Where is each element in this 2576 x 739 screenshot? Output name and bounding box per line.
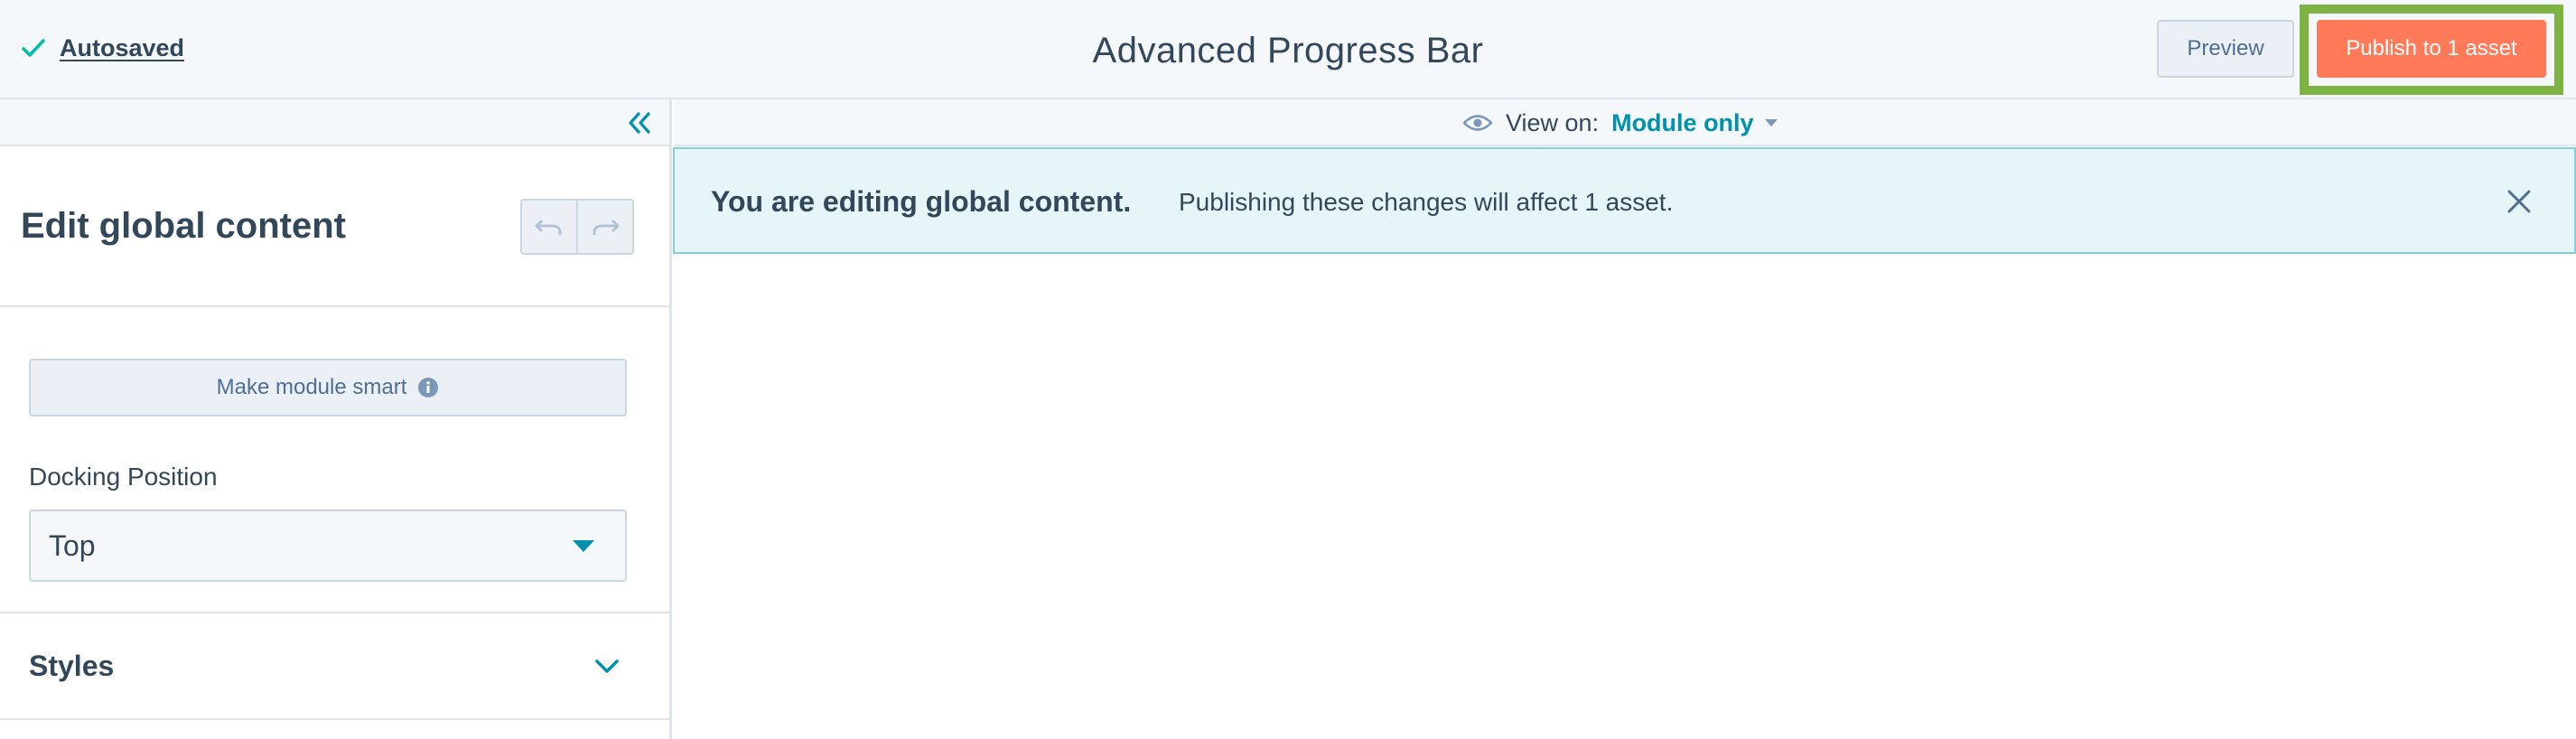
styles-section[interactable]: Styles — [0, 612, 669, 720]
sidebar: Edit global content Make module smart Do… — [0, 99, 672, 739]
top-bar: Autosaved Advanced Progress Bar Preview … — [0, 0, 2576, 99]
caret-down-icon — [573, 540, 594, 552]
chevron-down-icon[interactable] — [594, 659, 620, 675]
undo-redo-group — [520, 199, 634, 255]
sidebar-collapse-strip — [0, 99, 669, 146]
preview-button[interactable]: Preview — [2157, 20, 2294, 78]
styles-label: Styles — [29, 650, 115, 682]
info-icon[interactable] — [417, 377, 439, 398]
banner-title: You are editing global content. — [711, 185, 1132, 218]
make-module-smart-button[interactable]: Make module smart — [29, 359, 627, 416]
close-icon[interactable] — [2506, 189, 2532, 214]
preview-canvas — [675, 256, 2576, 739]
sidebar-header: Edit global content — [0, 146, 669, 307]
undo-button[interactable] — [522, 201, 576, 253]
view-on-value[interactable]: Module only — [1611, 109, 1754, 137]
caret-down-icon — [1764, 119, 1778, 126]
docking-position-value: Top — [49, 529, 96, 562]
redo-button[interactable] — [576, 201, 632, 253]
make-module-smart-label: Make module smart — [216, 375, 407, 399]
banner-text: Publishing these changes will affect 1 a… — [1179, 188, 1674, 216]
publish-button[interactable]: Publish to 1 asset — [2317, 20, 2546, 78]
redo-icon — [593, 220, 620, 236]
view-on-label: View on: — [1506, 108, 1600, 136]
global-content-banner: You are editing global content. Publishi… — [673, 147, 2576, 254]
undo-icon — [535, 220, 562, 236]
docking-position-select[interactable]: Top — [29, 510, 627, 582]
eye-icon — [1462, 115, 1493, 131]
sidebar-title: Edit global content — [21, 206, 346, 246]
view-on-selector[interactable]: View on: Module only — [1462, 107, 1778, 139]
view-bar: View on: Module only — [675, 99, 2576, 146]
docking-position-label: Docking Position — [29, 463, 218, 491]
double-chevron-left-icon[interactable] — [626, 110, 653, 136]
